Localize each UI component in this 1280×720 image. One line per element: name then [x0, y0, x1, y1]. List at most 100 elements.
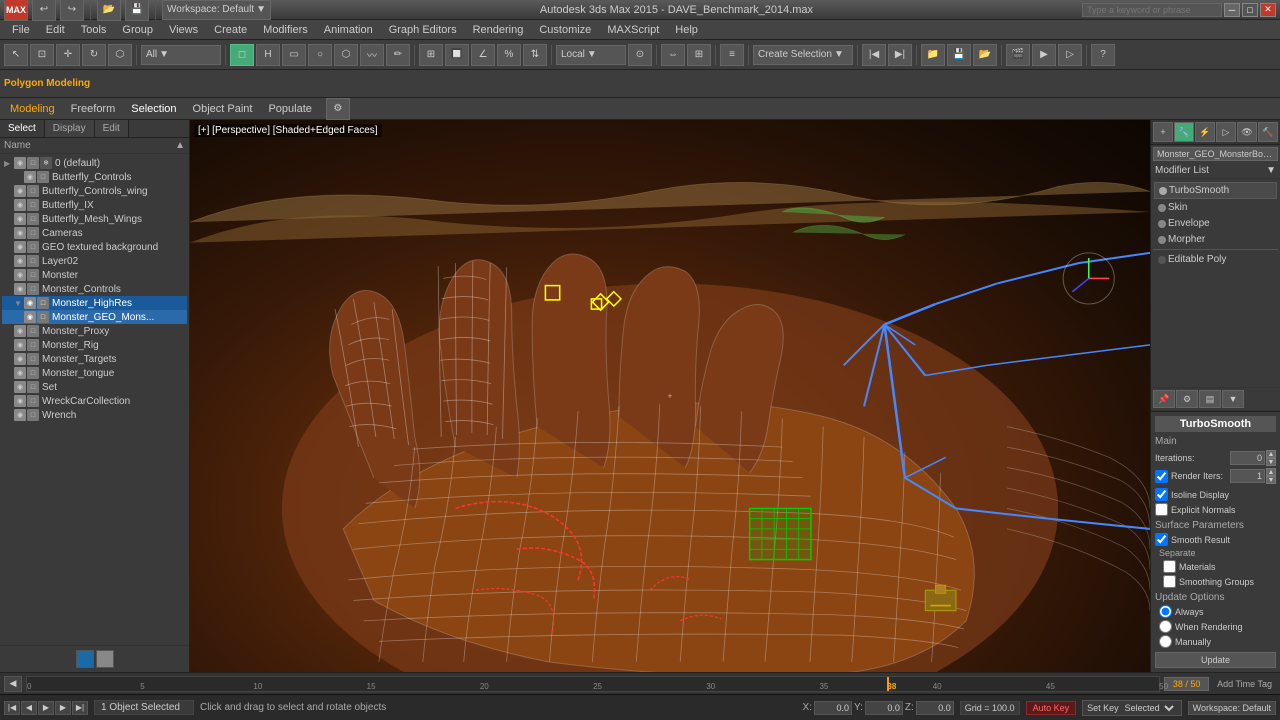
rp-utility-icon[interactable]: 🔨 [1258, 122, 1278, 142]
color-swatch-gray[interactable] [96, 650, 114, 668]
manually-radio[interactable] [1159, 635, 1172, 648]
scene-item[interactable]: ◉ □ Layer02 [2, 254, 187, 268]
maximize-btn[interactable]: □ [1242, 3, 1258, 17]
timeline-track[interactable]: 0 5 10 15 20 25 30 35 38 40 45 50 [26, 676, 1160, 692]
lasso-btn[interactable]: 〰 [360, 44, 384, 66]
explicit-normals-checkbox[interactable] [1155, 503, 1168, 516]
color-swatch-blue[interactable] [76, 650, 94, 668]
go-start-btn[interactable]: |◀ [4, 701, 20, 715]
menu-customize[interactable]: Customize [531, 22, 599, 38]
menu-graph-editors[interactable]: Graph Editors [381, 22, 465, 38]
scene-item[interactable]: ◉ □ Monster [2, 268, 187, 282]
scene-item[interactable]: ◉ □ Monster_Rig [2, 338, 187, 352]
scene-item[interactable]: ▶ ◉ □ ❄ 0 (default) [2, 156, 187, 170]
lp-tab-edit[interactable]: Edit [95, 120, 129, 137]
isoline-checkbox[interactable] [1155, 488, 1168, 501]
mod-options-btn[interactable]: ▼ [1222, 390, 1244, 408]
scene-item[interactable]: ◉ □ Set [2, 380, 187, 394]
timeline-playhead[interactable] [887, 677, 889, 691]
pin-stack-btn[interactable]: 📌 [1153, 390, 1175, 408]
x-coord-input[interactable] [814, 701, 852, 715]
rp-modify-icon[interactable]: 🔧 [1174, 122, 1194, 142]
scene-item[interactable]: ◉ □ Monster_Controls [2, 282, 187, 296]
subtab-modeling[interactable]: Modeling [4, 101, 61, 117]
redo-btn[interactable]: ↪ [60, 0, 84, 21]
object-name-display[interactable]: Monster_GEO_MonsterBody0 [1153, 147, 1278, 161]
render-iter-up-btn[interactable]: ▲ [1266, 468, 1276, 476]
reference-coord-dropdown[interactable]: Local▼ [556, 45, 626, 65]
save-btn[interactable]: 💾 [125, 0, 149, 21]
scale-btn[interactable]: ⬡ [108, 44, 132, 66]
add-time-tag-btn[interactable]: Add Time Tag [1213, 678, 1276, 690]
open-scene-btn[interactable]: 📁 [921, 44, 945, 66]
mod-turbosmooth[interactable]: TurboSmooth [1154, 182, 1277, 199]
app-logo[interactable]: MAX [4, 0, 28, 21]
open-btn[interactable]: 📂 [97, 0, 121, 21]
menu-tools[interactable]: Tools [73, 22, 115, 38]
subtab-freeform[interactable]: Freeform [65, 101, 122, 117]
menu-modifiers[interactable]: Modifiers [255, 22, 316, 38]
iter-up-btn[interactable]: ▲ [1266, 450, 1276, 458]
mod-skin[interactable]: Skin [1154, 200, 1277, 215]
rp-hierarchy-icon[interactable]: ⚡ [1195, 122, 1215, 142]
menu-rendering[interactable]: Rendering [465, 22, 532, 38]
always-radio[interactable] [1159, 605, 1172, 618]
scene-item[interactable]: ◉ □ Monster_tongue [2, 366, 187, 380]
subtab-selection[interactable]: Selection [125, 101, 182, 117]
scene-item[interactable]: ◉ □ Butterfly_IX [2, 198, 187, 212]
scene-item[interactable]: ◉ □ WreckCarCollection [2, 394, 187, 408]
angle-snap-btn[interactable]: ∠ [471, 44, 495, 66]
scene-item[interactable]: ◉ □ Butterfly_Controls_wing [2, 184, 187, 198]
open-file2-btn[interactable]: 📂 [973, 44, 997, 66]
render-iter-down-btn[interactable]: ▼ [1266, 476, 1276, 484]
mirror-btn[interactable]: ⇔ [661, 44, 685, 66]
minimize-btn[interactable]: ─ [1224, 3, 1240, 17]
search-input[interactable] [1082, 3, 1222, 17]
auto-key-btn[interactable]: Auto Key [1026, 701, 1077, 715]
render-setup-btn[interactable]: 🎬 [1006, 44, 1030, 66]
layer-manager-btn[interactable]: ≡ [720, 44, 744, 66]
circ-region-btn[interactable]: ○ [308, 44, 332, 66]
mod-morpher[interactable]: Morpher [1154, 232, 1277, 247]
snaps-btn[interactable]: 🔲 [445, 44, 469, 66]
scene-item[interactable]: ◉ □ Butterfly_Mesh_Wings [2, 212, 187, 226]
prev-frame-btn[interactable]: |◀ [862, 44, 886, 66]
set-key-select[interactable]: Selected All [1121, 702, 1177, 714]
menu-file[interactable]: File [4, 22, 38, 38]
menu-create[interactable]: Create [206, 22, 255, 38]
move-btn[interactable]: ✛ [56, 44, 80, 66]
z-coord-input[interactable] [916, 701, 954, 715]
smoothing-groups-checkbox[interactable] [1163, 575, 1176, 588]
scene-item[interactable]: ◉ □ Monster_Targets [2, 352, 187, 366]
menu-help[interactable]: Help [667, 22, 706, 38]
select-region-btn[interactable]: ⊡ [30, 44, 54, 66]
lp-tab-select[interactable]: Select [0, 120, 45, 137]
scene-item-monster-geo[interactable]: ◉ □ Monster_GEO_Mons... [2, 310, 187, 324]
menu-views[interactable]: Views [161, 22, 206, 38]
align-btn[interactable]: ⊞ [687, 44, 711, 66]
iter-down-btn[interactable]: ▼ [1266, 458, 1276, 466]
when-rendering-radio[interactable] [1159, 620, 1172, 633]
update-button[interactable]: Update [1155, 652, 1276, 668]
save-scene-btn[interactable]: 💾 [947, 44, 971, 66]
render-iters-input[interactable] [1230, 469, 1265, 483]
scene-item[interactable]: ◉ □ Monster_Proxy [2, 324, 187, 338]
select-name-btn[interactable]: H [256, 44, 280, 66]
go-end-btn[interactable]: ▶| [72, 701, 88, 715]
subtab-options-btn[interactable]: ⚙ [326, 98, 350, 120]
rp-display-icon[interactable]: 👁 [1237, 122, 1257, 142]
smooth-result-checkbox[interactable] [1155, 533, 1168, 546]
scene-item[interactable]: ◉ □ Cameras [2, 226, 187, 240]
rotate-btn[interactable]: ↻ [82, 44, 106, 66]
workspace-dropdown[interactable]: Workspace: Default ▼ [162, 0, 271, 20]
iterations-input[interactable] [1230, 451, 1265, 465]
select-object-btn[interactable]: ◻ [230, 44, 254, 66]
subtab-object-paint[interactable]: Object Paint [187, 101, 259, 117]
scene-item[interactable]: ◉ □ GEO textured background [2, 240, 187, 254]
mod-editable-poly[interactable]: Editable Poly [1154, 252, 1277, 267]
filter-dropdown[interactable]: All▼ [141, 45, 221, 65]
set-key-dropdown[interactable]: Set Key Selected All [1082, 700, 1182, 716]
viewport[interactable]: [+] [Perspective] [Shaded+Edged Faces] [190, 120, 1150, 672]
subtab-populate[interactable]: Populate [262, 101, 317, 117]
render-btn[interactable]: ▶ [1032, 44, 1056, 66]
